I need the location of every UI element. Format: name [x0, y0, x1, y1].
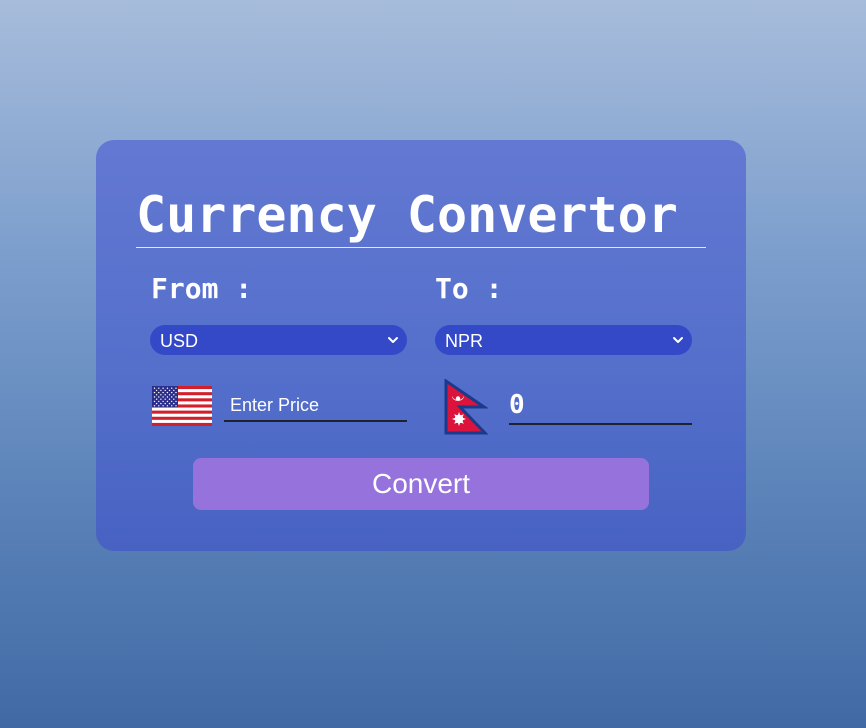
- page-title: Currency Convertor: [136, 184, 706, 248]
- from-currency-value: USD: [160, 331, 199, 351]
- converted-amount-field: 0: [509, 388, 692, 425]
- amount-input[interactable]: [224, 390, 407, 422]
- to-currency-value: NPR: [445, 331, 484, 351]
- to-label: To :: [435, 272, 503, 305]
- convert-button[interactable]: Convert: [193, 458, 649, 510]
- from-currency-select[interactable]: USD: [150, 325, 407, 355]
- chevron-down-icon: [388, 337, 398, 343]
- converted-amount: 0: [509, 390, 525, 420]
- from-label: From :: [151, 272, 253, 305]
- us-flag-icon: [152, 386, 212, 426]
- nepal-flag-icon: [444, 379, 488, 435]
- to-currency-select[interactable]: NPR: [435, 325, 692, 355]
- chevron-down-icon: [673, 337, 683, 343]
- converter-card: Currency Convertor From : To : USD NPR E…: [96, 140, 746, 551]
